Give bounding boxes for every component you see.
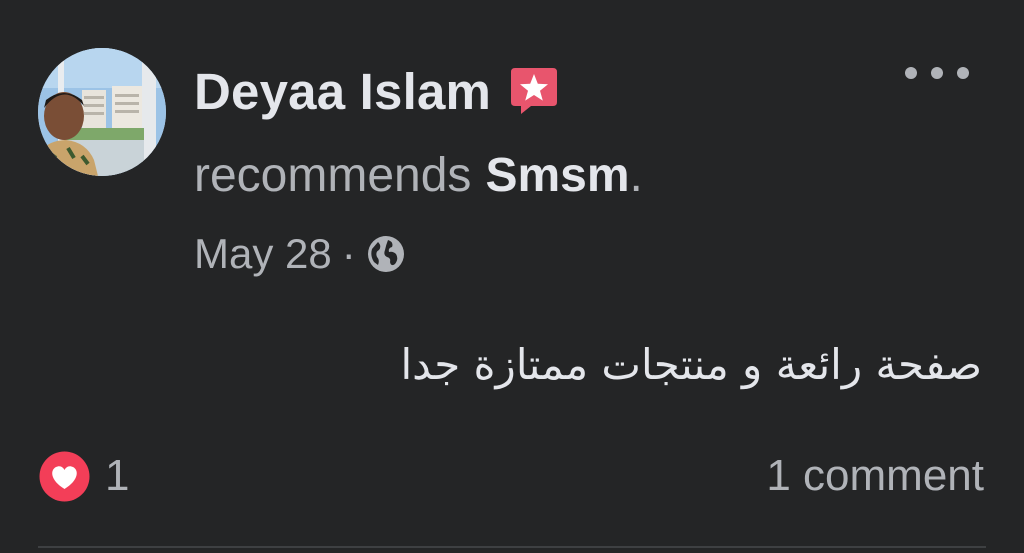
more-dot-icon	[931, 67, 943, 79]
top-fan-star-badge-icon	[507, 64, 561, 118]
meta-separator: ·	[341, 230, 356, 277]
reaction-count: 1	[105, 451, 130, 500]
recommended-page-link[interactable]: Smsm	[485, 148, 629, 203]
post-meta: May 28 ·	[194, 226, 406, 282]
post-header: Deyaa Islam	[194, 56, 561, 126]
love-reaction-icon	[38, 450, 91, 503]
reactions-summary[interactable]: 1	[38, 448, 129, 504]
more-dot-icon	[957, 67, 969, 79]
recommendation-verb: recommends	[194, 148, 472, 202]
post-date[interactable]: May 28	[194, 230, 332, 278]
more-options-button[interactable]	[905, 56, 969, 90]
author-avatar[interactable]	[38, 48, 166, 176]
post-text: صفحة رائعة و منتجات ممتازة جدا	[400, 340, 983, 389]
more-dot-icon	[905, 67, 917, 79]
recommendation-line: recommends Smsm .	[194, 144, 643, 206]
comments-count-link[interactable]: 1 comment	[766, 448, 984, 504]
divider	[38, 546, 986, 548]
author-name[interactable]: Deyaa Islam	[194, 62, 491, 121]
recommendation-period: .	[629, 148, 643, 202]
globe-icon[interactable]	[366, 234, 406, 274]
